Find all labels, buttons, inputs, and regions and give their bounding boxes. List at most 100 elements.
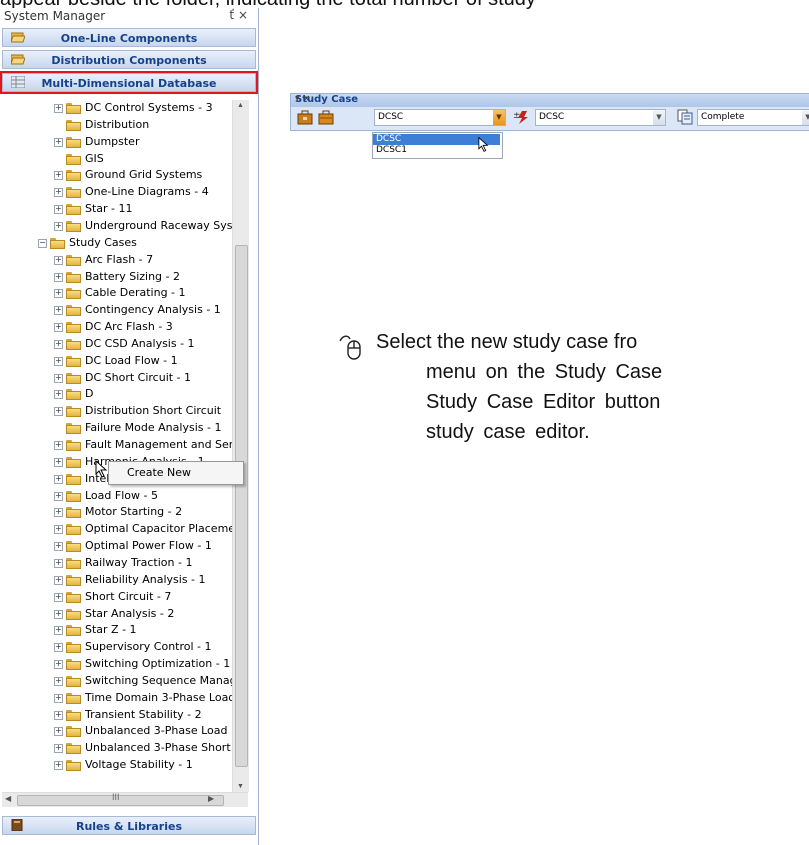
create-new-menu-item[interactable]: Create New xyxy=(127,466,191,479)
tree-row[interactable]: + Unbalanced 3-Phase Load F xyxy=(2,723,237,739)
tree-row[interactable]: + Transient Stability - 2 xyxy=(2,707,232,723)
tree-horizontal-scrollbar[interactable]: ◀ III ▶ xyxy=(2,792,248,807)
tree-row[interactable]: + Distribution Short Circuit xyxy=(2,403,232,419)
tree-row[interactable]: + Supervisory Control - 1 xyxy=(2,639,232,655)
expand-icon[interactable]: + xyxy=(54,710,63,720)
mode-combo[interactable]: Complete ▼ xyxy=(697,109,809,126)
tree-row[interactable]: + DC Short Circuit - 1 xyxy=(2,370,232,386)
tree-row[interactable]: + Contingency Analysis - 1 xyxy=(2,302,232,318)
expand-icon[interactable]: + xyxy=(54,676,63,686)
output-report-combo[interactable]: DCSC ▼ xyxy=(535,109,666,126)
tree-row[interactable]: + Voltage Stability - 1 xyxy=(2,757,232,773)
expand-icon[interactable]: + xyxy=(54,104,63,113)
study-case-briefcase-icon[interactable] xyxy=(318,109,334,125)
tree-row[interactable]: + Underground Raceway Syst xyxy=(2,218,237,234)
expand-icon[interactable]: + xyxy=(54,474,63,484)
expand-icon[interactable]: + xyxy=(54,558,63,568)
tree-row[interactable]: + Arc Flash - 7 xyxy=(2,252,232,268)
expand-icon[interactable]: + xyxy=(54,643,63,653)
tree-row[interactable]: + Cable Derating - 1 xyxy=(2,285,232,301)
tree-row[interactable]: + DC Load Flow - 1 xyxy=(2,353,232,369)
tree-row[interactable]: + Star Z - 1 xyxy=(2,622,232,638)
tree-row[interactable]: + Star Analysis - 2 xyxy=(2,606,232,622)
tree-row[interactable]: + Reliability Analysis - 1 xyxy=(2,572,232,588)
expand-icon[interactable]: + xyxy=(54,693,63,703)
tree-row[interactable]: + DC CSD Analysis - 1 xyxy=(2,336,232,352)
tree-row[interactable]: + DC Arc Flash - 3 xyxy=(2,319,232,335)
distribution-components-bar[interactable]: Distribution Components xyxy=(2,50,256,69)
scroll-right-icon[interactable]: ▶ xyxy=(208,794,214,803)
expand-icon[interactable]: + xyxy=(54,491,63,501)
tree-row[interactable]: + Switching Optimization - 1 xyxy=(2,656,232,672)
rules-libraries-bar[interactable]: Rules & Libraries xyxy=(2,816,256,835)
study-case-editor-icon[interactable] xyxy=(297,109,313,125)
expand-icon[interactable]: + xyxy=(54,306,63,316)
expand-icon[interactable]: + xyxy=(54,592,63,602)
expand-icon[interactable]: + xyxy=(54,508,63,518)
plus-minus-lightning-icon[interactable]: ± xyxy=(513,109,529,125)
expand-icon[interactable]: + xyxy=(54,188,63,198)
expand-icon[interactable]: + xyxy=(54,205,63,215)
scroll-left-icon[interactable]: ◀ xyxy=(5,794,11,803)
hscroll-thumb[interactable] xyxy=(17,795,224,806)
expand-icon[interactable]: + xyxy=(54,525,63,535)
expand-icon[interactable]: + xyxy=(54,727,63,737)
tree-row[interactable]: + D xyxy=(2,386,232,402)
tree-row[interactable]: Distribution xyxy=(2,117,232,133)
expand-icon[interactable]: + xyxy=(54,575,63,585)
chevron-down-icon[interactable]: ▼ xyxy=(493,110,505,125)
expand-icon[interactable]: + xyxy=(54,373,63,383)
tree-row[interactable]: GIS xyxy=(2,151,232,167)
chevron-down-icon[interactable]: ▼ xyxy=(802,110,809,125)
expand-icon[interactable]: + xyxy=(54,660,63,670)
multi-dimensional-database-bar[interactable]: Multi-Dimensional Database xyxy=(0,71,258,94)
panel-pin-close-icons[interactable]: ť × xyxy=(229,8,248,22)
expand-icon[interactable]: + xyxy=(54,761,63,771)
one-line-components-bar[interactable]: One-Line Components xyxy=(2,28,256,47)
scroll-down-icon[interactable]: ▼ xyxy=(237,783,244,790)
tree-vertical-scrollbar[interactable]: ▲ ▼ xyxy=(232,100,249,792)
tree-row[interactable]: + Star - 11 xyxy=(2,201,232,217)
tree-row[interactable]: + One-Line Diagrams - 4 xyxy=(2,184,232,200)
expand-icon[interactable]: + xyxy=(54,407,63,417)
tree-row[interactable]: + Optimal Power Flow - 1 xyxy=(2,538,232,554)
tree-row[interactable]: + Fault Management and Serv xyxy=(2,437,240,453)
expand-icon[interactable]: + xyxy=(54,609,63,619)
expand-icon[interactable]: + xyxy=(54,221,63,231)
expand-icon[interactable]: + xyxy=(54,390,63,400)
expand-icon[interactable]: + xyxy=(54,356,63,366)
scroll-thumb[interactable] xyxy=(235,245,248,767)
expand-icon[interactable]: + xyxy=(54,137,63,147)
tree-row[interactable]: + Short Circuit - 7 xyxy=(2,589,232,605)
tree-row[interactable]: + Motor Starting - 2 xyxy=(2,504,232,520)
report-manager-icon[interactable] xyxy=(677,109,693,125)
scroll-up-icon[interactable]: ▲ xyxy=(237,102,244,109)
expand-icon[interactable]: + xyxy=(54,441,63,450)
tree-row[interactable]: + Time Domain 3-Phase Load xyxy=(2,690,235,706)
expand-icon[interactable]: + xyxy=(54,171,63,181)
tree-row[interactable]: + Unbalanced 3-Phase Short ( xyxy=(2,740,238,756)
tree-row[interactable]: − Study Cases xyxy=(2,235,232,251)
expand-icon[interactable]: + xyxy=(54,542,63,552)
tree-row[interactable]: + Dumpster xyxy=(2,134,232,150)
expand-icon[interactable]: + xyxy=(54,339,63,349)
tree-row[interactable]: + Railway Traction - 1 xyxy=(2,555,232,571)
tree-row[interactable]: + Optimal Capacitor Placeme xyxy=(2,521,235,537)
expand-icon[interactable]: + xyxy=(54,289,63,299)
expand-icon[interactable]: + xyxy=(54,323,63,333)
expand-icon[interactable]: + xyxy=(54,272,63,282)
expand-icon[interactable]: + xyxy=(54,626,63,636)
tree-row[interactable]: + DC Control Systems - 3 xyxy=(2,100,232,116)
tree-row[interactable]: + Load Flow - 5 xyxy=(2,488,232,504)
chevron-down-icon[interactable]: ▼ xyxy=(653,110,665,125)
tree-row[interactable]: Failure Mode Analysis - 1 xyxy=(2,420,232,436)
collapse-icon[interactable]: − xyxy=(38,238,47,248)
expand-icon[interactable]: + xyxy=(54,744,63,754)
tree-row[interactable]: + Switching Sequence Manag xyxy=(2,673,237,689)
expand-icon[interactable]: + xyxy=(54,457,63,467)
tree-row[interactable]: + Battery Sizing - 2 xyxy=(2,269,232,285)
expand-icon[interactable]: + xyxy=(54,255,63,265)
toolbar-options-icon[interactable]: ▾ × xyxy=(295,94,804,104)
tree-row[interactable]: + Ground Grid Systems xyxy=(2,167,232,183)
study-case-combo[interactable]: DCSC ▼ xyxy=(374,109,506,126)
